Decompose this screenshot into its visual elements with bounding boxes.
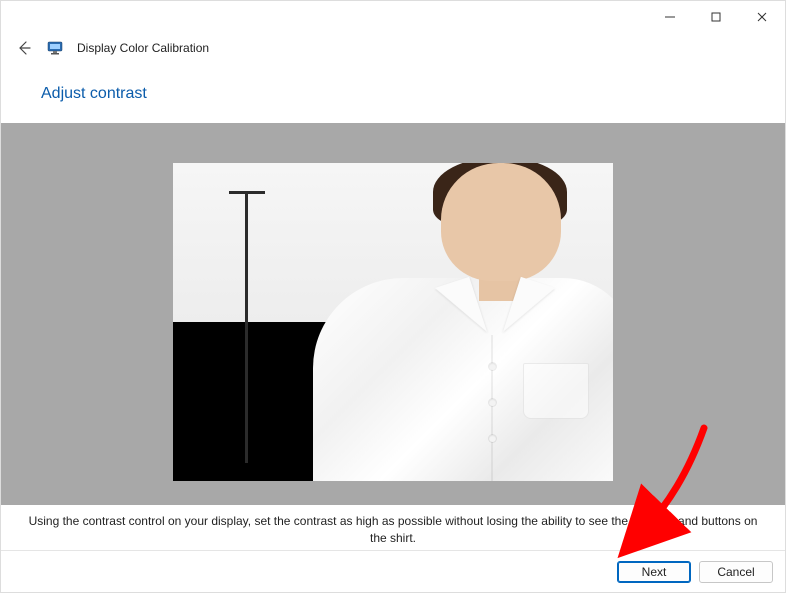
minimize-button[interactable]	[647, 1, 693, 33]
preview-area	[1, 123, 785, 505]
close-button[interactable]	[739, 1, 785, 33]
contrast-reference-image	[173, 163, 613, 481]
window-controls	[647, 1, 785, 33]
cancel-button[interactable]: Cancel	[699, 561, 773, 583]
back-button[interactable]	[15, 39, 33, 57]
maximize-button[interactable]	[693, 1, 739, 33]
button-bar: Next Cancel	[1, 550, 785, 592]
header-row: Display Color Calibration	[1, 33, 785, 65]
window-title: Display Color Calibration	[77, 41, 209, 55]
next-button[interactable]: Next	[617, 561, 691, 583]
instruction-text: Using the contrast control on your displ…	[1, 505, 785, 556]
page-heading: Adjust contrast	[1, 65, 785, 123]
titlebar	[1, 1, 785, 33]
app-icon	[47, 40, 63, 56]
